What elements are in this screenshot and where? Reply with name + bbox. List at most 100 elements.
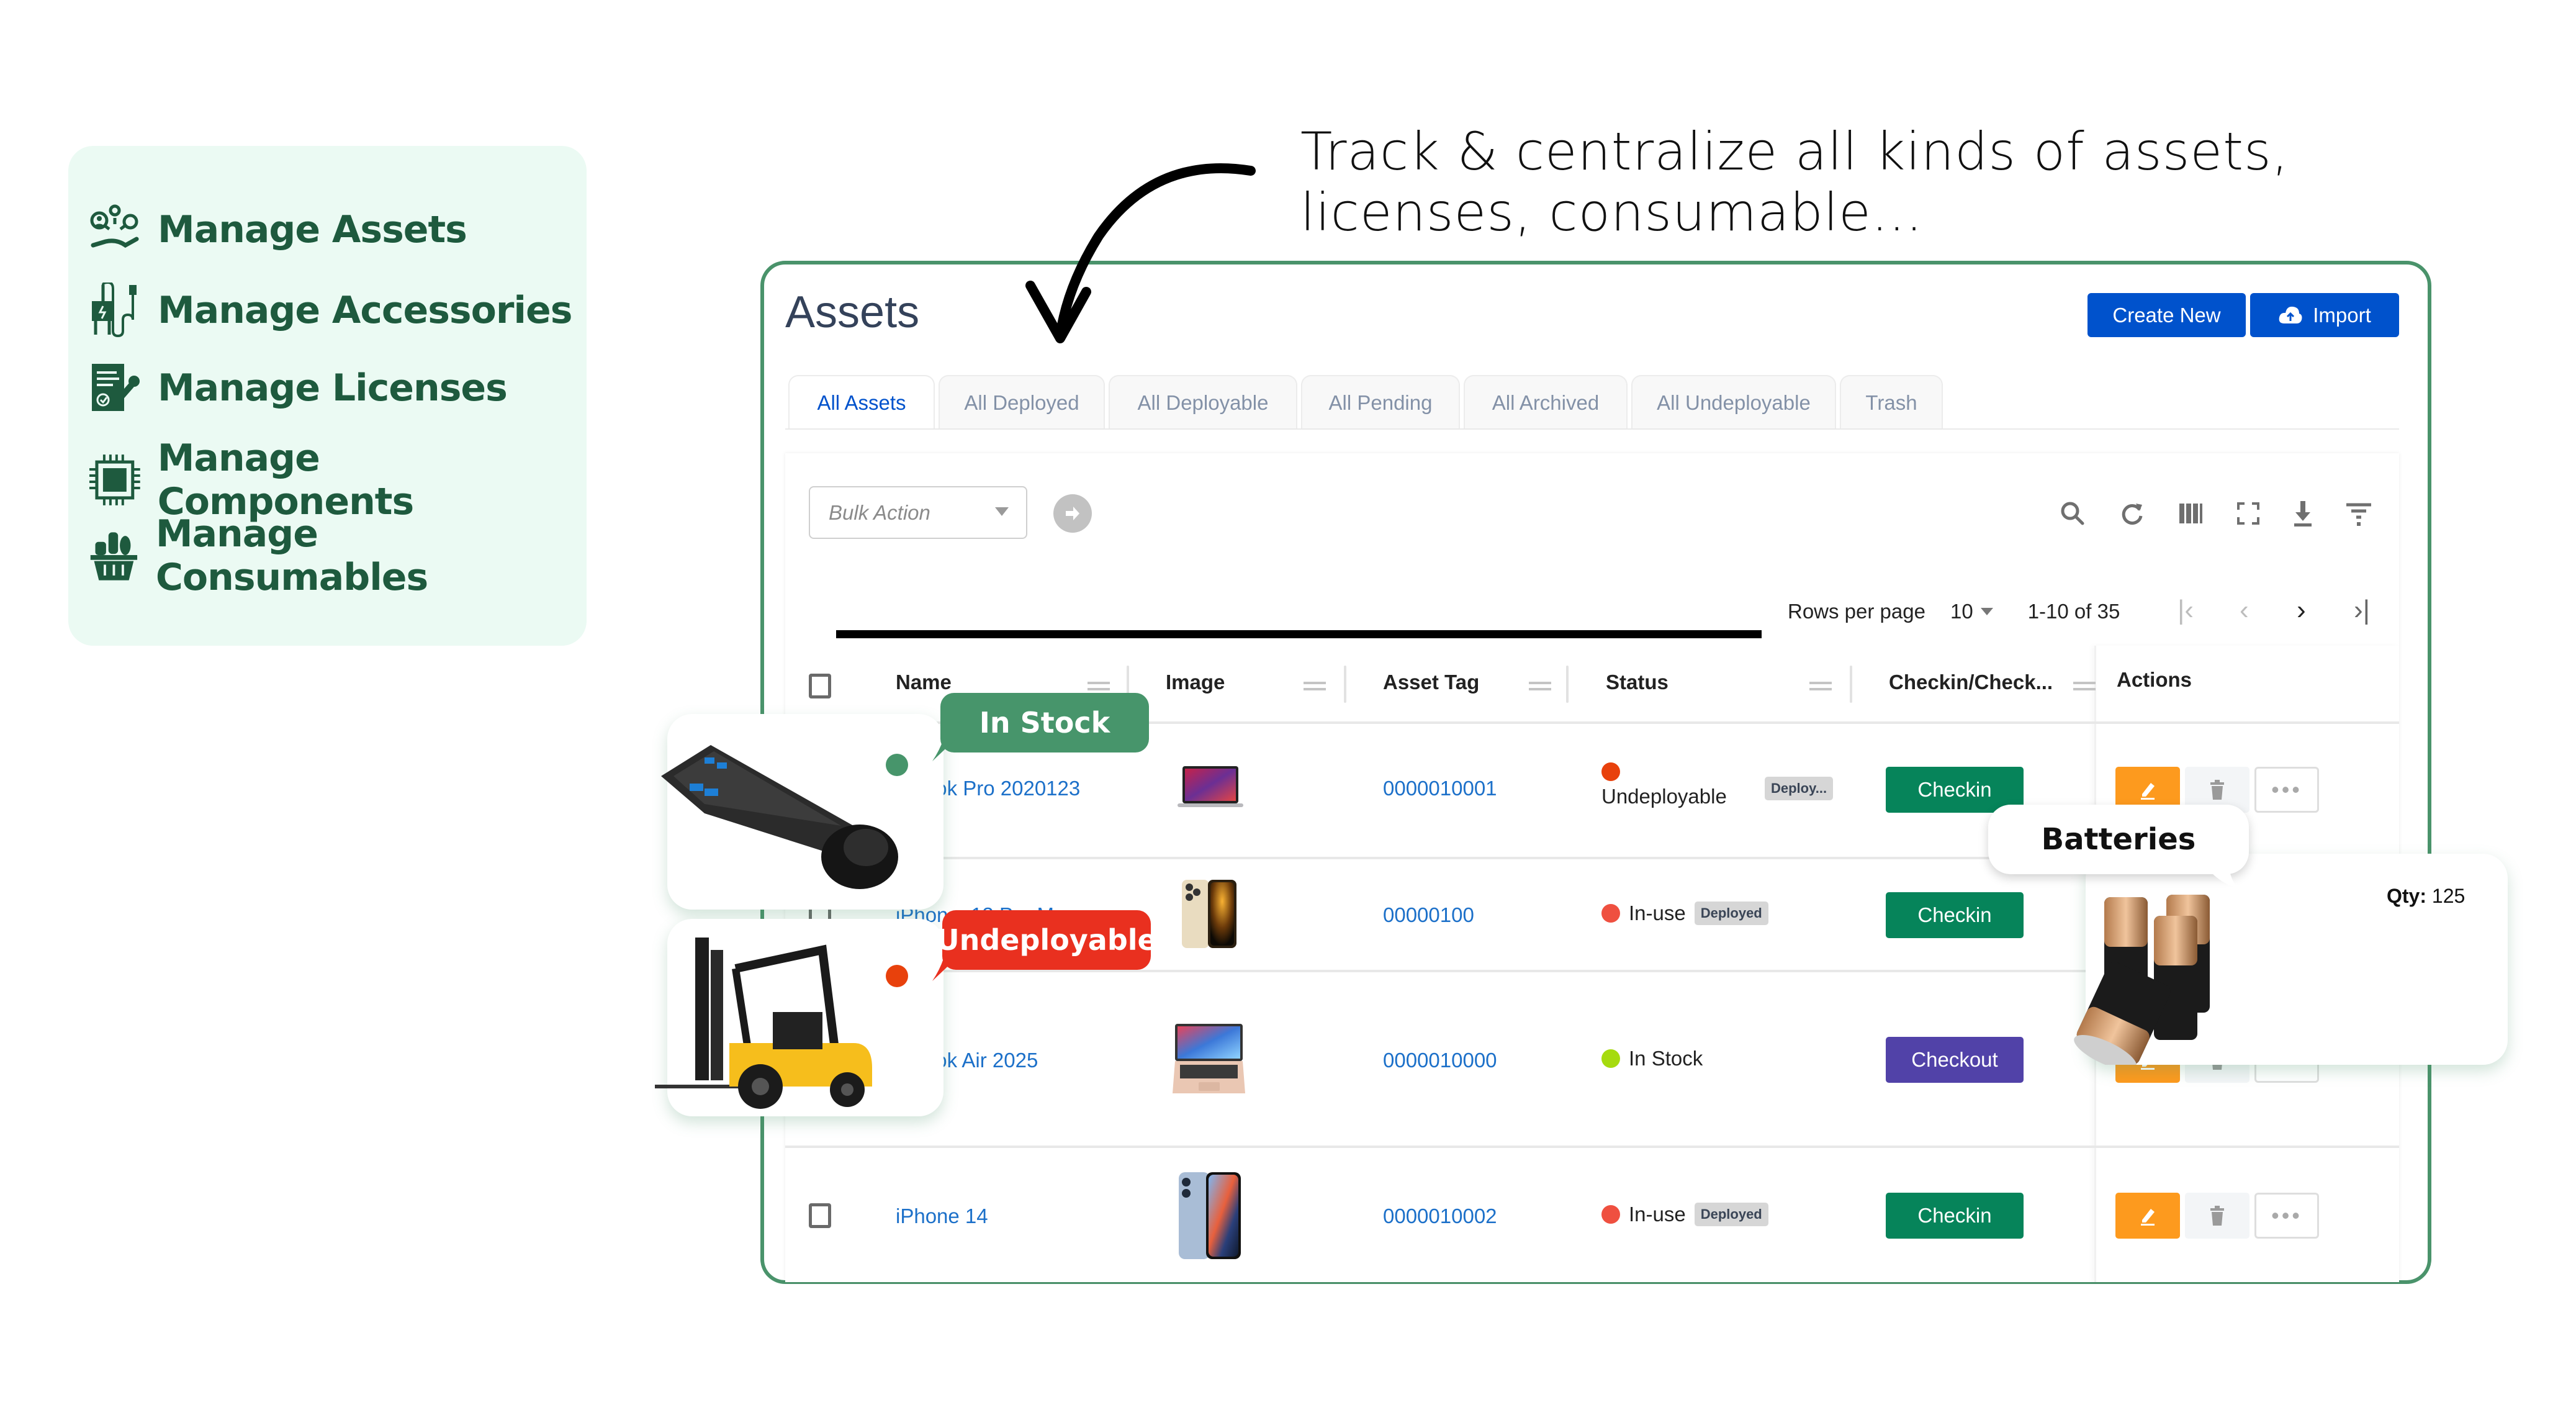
column-header-image[interactable]: Image: [1166, 671, 1225, 694]
column-grip-icon[interactable]: [1529, 682, 1551, 690]
tab-all-deployed[interactable]: All Deployed: [939, 375, 1105, 430]
feature-label: Manage Licenses: [158, 366, 508, 410]
column-resizer[interactable]: [1850, 666, 1852, 703]
quantity-label: Qty: 125: [2387, 885, 2465, 908]
pencil-icon: [2141, 783, 2155, 800]
arrow-right-icon: [1066, 507, 1079, 520]
callout-label: Undeployable: [936, 923, 1157, 957]
pencil-icon: [2141, 1209, 2155, 1226]
delete-button[interactable]: [2185, 1193, 2249, 1239]
checkin-button[interactable]: Checkin: [1886, 1193, 2024, 1239]
asset-tag-link[interactable]: 0000010002: [1383, 1204, 1497, 1228]
column-resizer[interactable]: [1566, 666, 1569, 703]
last-page-button[interactable]: ›|: [2354, 595, 2370, 626]
more-options-button[interactable]: •••: [2254, 1193, 2319, 1239]
feature-label: Manage Consumables: [155, 512, 428, 599]
status-dot: [1601, 1205, 1620, 1224]
caret-down-icon: [995, 507, 1009, 516]
callout-label: In Stock: [979, 706, 1110, 739]
column-header-status[interactable]: Status: [1606, 671, 1669, 694]
feature-manage-licenses: Manage Licenses: [87, 360, 508, 416]
prev-page-button[interactable]: ‹: [2240, 595, 2249, 626]
next-page-button[interactable]: ›: [2297, 595, 2306, 626]
in-stock-callout: In Stock: [940, 693, 1149, 752]
more-options-button[interactable]: •••: [2254, 767, 2319, 813]
column-grip-icon[interactable]: [2073, 682, 2096, 690]
tab-all-deployable[interactable]: All Deployable: [1109, 375, 1297, 430]
status-cell: In Stock: [1601, 1047, 1703, 1070]
bulk-action-placeholder: Bulk Action: [829, 500, 930, 524]
bulk-apply-button[interactable]: [1053, 494, 1092, 533]
column-grip-icon[interactable]: [1304, 682, 1326, 690]
search-button[interactable]: [2056, 497, 2089, 530]
status-badge: Deployed: [1694, 902, 1768, 925]
macbook-air-image: [1173, 1024, 1245, 1093]
qty-value: 125: [2431, 885, 2466, 907]
basket-icon: [90, 532, 138, 581]
refresh-icon: [2122, 504, 2143, 525]
chevron-left-icon: ‹: [2240, 595, 2249, 625]
status-label: In-use: [1629, 902, 1686, 924]
status-dot: [1601, 762, 1620, 781]
asset-tag-link[interactable]: 0000010000: [1383, 1049, 1497, 1072]
batteries-image: [2074, 895, 2210, 1065]
tab-all-pending[interactable]: All Pending: [1301, 375, 1460, 430]
tab-trash[interactable]: Trash: [1840, 375, 1943, 430]
macbook-pro-image: [1178, 766, 1243, 807]
caret-down-icon: [1980, 608, 1993, 615]
tab-all-archived[interactable]: All Archived: [1464, 375, 1628, 430]
asset-tag-link[interactable]: 00000100: [1383, 903, 1474, 927]
rows-per-page-value: 10: [1950, 600, 1973, 623]
edit-button[interactable]: [2115, 1193, 2180, 1239]
filter-button[interactable]: [2342, 497, 2376, 530]
rows-per-page-select[interactable]: 10: [1950, 600, 1993, 623]
bulk-action-select[interactable]: Bulk Action: [809, 486, 1027, 539]
rows-per-page-label: Rows per page: [1788, 600, 1925, 623]
column-grip-icon[interactable]: [1809, 682, 1832, 690]
import-label: Import: [2313, 303, 2371, 327]
feature-label: Manage Components: [157, 436, 414, 523]
status-marker: [886, 754, 908, 776]
download-button[interactable]: [2286, 497, 2320, 530]
tab-label: All Assets: [817, 391, 906, 414]
feature-manage-assets: Manage Assets: [87, 202, 467, 258]
page-title: Assets: [785, 287, 920, 337]
checkout-button[interactable]: Checkout: [1886, 1037, 2024, 1083]
fullscreen-button[interactable]: [2231, 497, 2265, 530]
feature-manage-components: Manage Components: [87, 436, 587, 523]
columns-button[interactable]: [2174, 497, 2207, 530]
hand-assets-icon: [90, 204, 139, 248]
column-grip-icon[interactable]: [1088, 682, 1110, 690]
checkin-button[interactable]: Checkin: [1886, 892, 2024, 938]
tab-label: All Pending: [1328, 391, 1433, 414]
column-header-name[interactable]: Name: [896, 671, 952, 694]
column-header-actions: Actions: [2117, 668, 2192, 691]
callout-tail: [932, 739, 956, 761]
asset-name-link[interactable]: iPhone 14: [896, 1204, 988, 1228]
create-new-label: Create New: [2112, 303, 2221, 327]
column-header-checkin[interactable]: Checkin/Check...: [1889, 671, 2053, 694]
asset-tag-link[interactable]: 0000010001: [1383, 777, 1497, 800]
first-page-button[interactable]: |‹: [2177, 595, 2194, 626]
forklift-card: [655, 919, 943, 1116]
tab-all-assets[interactable]: All Assets: [788, 375, 935, 430]
status-cell: In-use Deployed: [1601, 1203, 1768, 1226]
status-label: Undeployable: [1601, 785, 1727, 808]
undeployable-callout: Undeployable: [936, 910, 1157, 970]
create-new-button[interactable]: Create New: [2087, 293, 2246, 337]
select-all-checkbox[interactable]: [809, 674, 831, 698]
refresh-button[interactable]: [2115, 497, 2149, 530]
column-header-asset-tag[interactable]: Asset Tag: [1383, 671, 1479, 694]
tab-all-undeployable[interactable]: All Undeployable: [1631, 375, 1836, 430]
iphone-pro-gold-image: [1182, 880, 1236, 948]
callout-tail: [932, 959, 956, 981]
status-marker: [886, 965, 908, 987]
column-resizer[interactable]: [1344, 666, 1346, 703]
tagline: Track & centralize all kinds of assets, …: [1300, 121, 2289, 243]
last-page-icon: ›|: [2354, 595, 2371, 625]
status-cell: In-use Deployed: [1601, 902, 1768, 925]
row-checkbox[interactable]: [809, 1203, 831, 1228]
import-button[interactable]: Import: [2250, 293, 2399, 337]
feature-label: Manage Accessories: [158, 289, 572, 332]
curved-arrow-icon: [1025, 163, 1256, 343]
